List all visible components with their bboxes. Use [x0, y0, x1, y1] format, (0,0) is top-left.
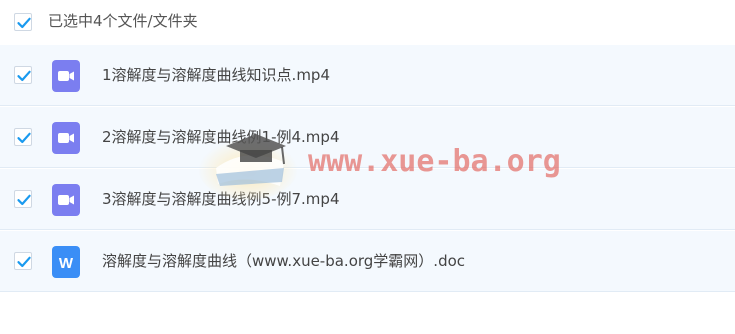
checkmark-icon [17, 132, 31, 144]
select-all-checkbox[interactable] [14, 13, 32, 31]
watermark: www.xue-ba.org [196, 116, 561, 206]
file-selection-panel: 已选中4个文件/文件夹 1溶解度与溶解度曲线知识点.mp4 2溶解度与溶解度曲线… [0, 0, 735, 334]
file-row[interactable]: W 溶解度与溶解度曲线（www.xue-ba.org学霸网）.doc [0, 231, 735, 292]
file-checkbox[interactable] [14, 190, 32, 208]
file-checkbox[interactable] [14, 66, 32, 84]
video-file-icon [52, 60, 80, 92]
checkmark-icon [17, 17, 31, 29]
watermark-text: www.xue-ba.org [308, 144, 561, 179]
graduation-cap-logo-icon [198, 134, 298, 200]
checkmark-icon [17, 70, 31, 82]
checkmark-icon [17, 194, 31, 206]
selection-count-text: 已选中4个文件/文件夹 [48, 12, 198, 30]
file-name[interactable]: 1溶解度与溶解度曲线知识点.mp4 [102, 64, 330, 86]
selection-header: 已选中4个文件/文件夹 [0, 0, 735, 44]
file-name[interactable]: 溶解度与溶解度曲线（www.xue-ba.org学霸网）.doc [102, 250, 465, 272]
svg-text:W: W [59, 255, 74, 272]
video-file-icon [52, 122, 80, 154]
file-checkbox[interactable] [14, 252, 32, 270]
file-row[interactable]: 1溶解度与溶解度曲线知识点.mp4 [0, 45, 735, 106]
file-checkbox[interactable] [14, 128, 32, 146]
video-file-icon [52, 184, 80, 216]
word-file-icon: W [52, 246, 80, 278]
checkmark-icon [17, 256, 31, 268]
